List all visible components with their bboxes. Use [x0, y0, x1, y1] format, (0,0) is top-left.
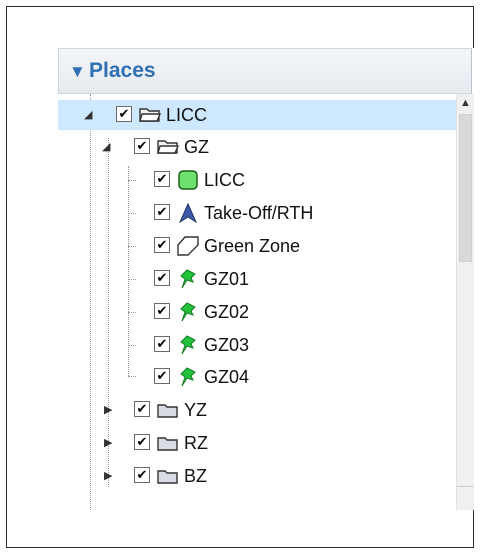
places-panel-header[interactable]: ▼ Places — [58, 48, 472, 94]
checkbox-bz[interactable]: ✔ — [134, 467, 150, 483]
tree-label: GZ02 — [204, 302, 250, 322]
expanded-arrow-icon[interactable]: ◢ — [102, 141, 114, 153]
tree-label: GZ04 — [204, 367, 250, 387]
checkbox-gz01[interactable]: ✔ — [154, 270, 170, 286]
checkbox-gz04[interactable]: ✔ — [154, 368, 170, 384]
scrollbar-divider — [457, 486, 474, 487]
expanded-arrow-icon[interactable]: ◢ — [84, 109, 96, 121]
tree-item-gz[interactable]: ◢ ✔ GZ — [58, 132, 456, 162]
closed-folder-icon — [156, 399, 180, 421]
tree-item-yz[interactable]: ▶ ✔ YZ — [58, 395, 456, 425]
tree-item-bz[interactable]: ▶ ✔ BZ — [58, 461, 456, 491]
places-tree: ◢ ✔ LICC ◢ ✔ GZ ✔ LICC ✔ Take-Off/RTH ✔ … — [58, 94, 456, 510]
checkbox-yz[interactable]: ✔ — [134, 401, 150, 417]
tree-item-gz01[interactable]: ✔ GZ01 — [58, 264, 456, 294]
tree-item-root-licc[interactable]: ◢ ✔ LICC — [58, 100, 456, 130]
tree-label: Green Zone — [204, 236, 301, 256]
vertical-scrollbar[interactable]: ▲ — [456, 94, 474, 510]
triangle-down-icon[interactable]: ▼ — [69, 63, 86, 80]
green-pushpin-icon — [176, 268, 200, 290]
tree-label: RZ — [184, 433, 208, 453]
scroll-thumb[interactable] — [459, 114, 472, 262]
tree-item-green-zone[interactable]: ✔ Green Zone — [58, 231, 456, 261]
checkbox-licc-area[interactable]: ✔ — [154, 171, 170, 187]
open-folder-icon — [156, 136, 180, 158]
closed-folder-icon — [156, 432, 180, 454]
checkbox-root-licc[interactable]: ✔ — [116, 106, 132, 122]
checkbox-gz[interactable]: ✔ — [134, 138, 150, 154]
open-folder-icon — [138, 104, 162, 126]
tree-label: LICC — [204, 170, 246, 190]
tree-label: Take-Off/RTH — [204, 203, 314, 223]
tree-label: GZ01 — [204, 269, 250, 289]
scroll-up-arrow-icon[interactable]: ▲ — [460, 97, 471, 109]
checkbox-take-off-rth[interactable]: ✔ — [154, 204, 170, 220]
checkbox-green-zone[interactable]: ✔ — [154, 237, 170, 253]
collapsed-arrow-icon[interactable]: ▶ — [104, 404, 116, 416]
checkbox-rz[interactable]: ✔ — [134, 434, 150, 450]
places-panel: ▼ Places ◢ ✔ LICC ◢ ✔ GZ ✔ LICC ✔ Take-O… — [58, 48, 474, 510]
tree-label: LICC — [166, 105, 208, 125]
panel-title: Places — [89, 59, 156, 82]
green-polygon-icon — [176, 169, 200, 191]
green-pushpin-icon — [176, 334, 200, 356]
tree-item-licc-area[interactable]: ✔ LICC — [58, 165, 456, 195]
navigation-arrow-icon — [176, 202, 200, 224]
tree-label: GZ03 — [204, 335, 250, 355]
tree-item-take-off-rth[interactable]: ✔ Take-Off/RTH — [58, 198, 456, 228]
green-pushpin-icon — [176, 366, 200, 388]
collapsed-arrow-icon[interactable]: ▶ — [104, 437, 116, 449]
checkbox-gz02[interactable]: ✔ — [154, 303, 170, 319]
tree-label: GZ — [184, 137, 209, 157]
tree-item-gz04[interactable]: ✔ GZ04 — [58, 362, 456, 392]
green-pushpin-icon — [176, 301, 200, 323]
collapsed-arrow-icon[interactable]: ▶ — [104, 470, 116, 482]
tree-label: BZ — [184, 466, 208, 486]
tree-item-gz03[interactable]: ✔ GZ03 — [58, 330, 456, 360]
closed-folder-icon — [156, 465, 180, 487]
checkbox-gz03[interactable]: ✔ — [154, 336, 170, 352]
tree-label: YZ — [184, 400, 208, 420]
tree-item-rz[interactable]: ▶ ✔ RZ — [58, 428, 456, 458]
tree-item-gz02[interactable]: ✔ GZ02 — [58, 297, 456, 327]
polygon-outline-icon — [176, 235, 200, 257]
